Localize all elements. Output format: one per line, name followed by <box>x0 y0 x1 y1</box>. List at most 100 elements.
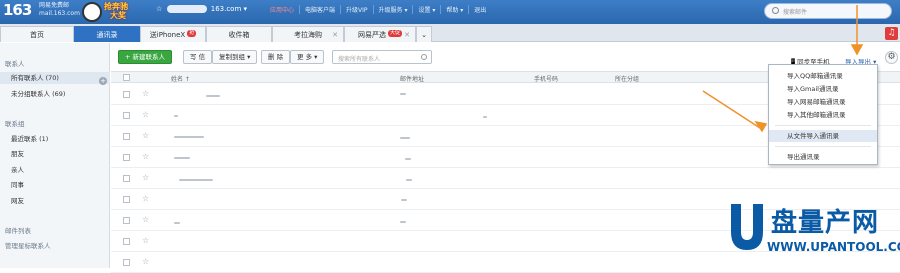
sidebar-item-recent[interactable]: 最近联系 (1) <box>0 133 110 145</box>
link-upgrade-service[interactable]: 升级服务 ▾ <box>372 5 413 14</box>
tab-label: 网易严选 <box>357 31 386 39</box>
tab-more-button[interactable]: ⌄ <box>416 26 432 42</box>
tab-home[interactable]: 首页 <box>0 26 74 42</box>
column-group: 所在分组 <box>615 76 640 83</box>
chevron-down-icon: ⌄ <box>421 31 427 39</box>
contact-search-input[interactable]: 搜索所有联系人 <box>332 50 432 64</box>
football-icon <box>82 2 102 22</box>
sidebar-section-groups: 联系组 <box>5 120 25 128</box>
column-email: 邮件地址 <box>400 76 425 83</box>
row-checkbox[interactable] <box>123 133 130 140</box>
menu-divider <box>775 125 871 126</box>
star-icon[interactable]: ☆ <box>142 215 149 224</box>
menu-item-import-qq[interactable]: 导入QQ邮箱通讯录 <box>769 70 877 82</box>
sidebar-item-colleagues[interactable]: 同事 <box>0 179 110 191</box>
contact-search-placeholder: 搜索所有联系人 <box>338 56 381 63</box>
search-icon <box>772 7 779 14</box>
sidebar: 联系人 所有联系人 (70) 未分组联系人 (69) 联系组 最近联系 (1) … <box>0 43 110 268</box>
row-checkbox[interactable] <box>123 238 130 245</box>
link-app-center[interactable]: 应用中心 <box>265 5 299 14</box>
redacted-name <box>174 157 190 159</box>
close-icon[interactable]: ✕ <box>332 27 338 43</box>
new-contact-button[interactable]: + 新建联系人 <box>118 50 173 64</box>
promo-text: 抢奔驰 大奖 <box>104 2 128 20</box>
user-name-redacted <box>166 5 207 13</box>
column-name[interactable]: 姓名 ↑ <box>171 74 190 83</box>
sidebar-section-contacts: 联系人 <box>5 60 25 68</box>
row-checkbox[interactable] <box>123 154 130 161</box>
star-icon[interactable]: ☆ <box>142 173 149 182</box>
logo-domain-text: mail.163.com <box>39 10 80 17</box>
promo-banner[interactable]: 抢奔驰 大奖 <box>82 0 140 24</box>
star-icon[interactable]: ☆ <box>142 236 149 245</box>
mail-search-input[interactable]: 搜索邮件 <box>764 3 892 19</box>
redacted-email <box>483 116 487 118</box>
vip-icon: ☆ <box>156 5 163 13</box>
tab-label: 首页 <box>30 31 44 39</box>
tab-iphonex[interactable]: 送iPhoneX 抢 <box>140 26 206 42</box>
user-email-domain: 163.com ▾ <box>210 5 248 13</box>
star-icon[interactable]: ☆ <box>142 89 149 98</box>
more-button[interactable]: 更 多 ▾ <box>290 50 325 64</box>
link-help[interactable]: 帮助 ▾ <box>440 5 468 14</box>
music-icon[interactable]: ♫ <box>885 27 898 40</box>
watermark: 盘量产网 WWW.UPANTOOL.COM <box>727 200 900 266</box>
row-checkbox[interactable] <box>123 112 130 119</box>
menu-item-import-netease[interactable]: 导入网易邮箱通讯录 <box>769 96 877 108</box>
sidebar-item-manage-starred[interactable]: 管理星标联系人 <box>5 240 51 250</box>
menu-item-import-gmail[interactable]: 导入Gmail通讯录 <box>769 83 877 95</box>
sidebar-item-all-contacts[interactable]: 所有联系人 (70) <box>0 72 110 84</box>
import-export-menu: 导入QQ邮箱通讯录 导入Gmail通讯录 导入网易邮箱通讯录 导入其他邮箱通讯录… <box>768 64 878 165</box>
tab-badge: 抢 <box>187 30 197 37</box>
row-checkbox[interactable] <box>123 259 130 266</box>
tab-bar: 首页 通讯录 送iPhoneX 抢 收件箱 考拉海购 ✕ 网易严选 大促 ✕ ⌄ <box>0 24 900 42</box>
menu-item-import-other[interactable]: 导入其他邮箱通讯录 <box>769 109 877 121</box>
row-checkbox[interactable] <box>123 196 130 203</box>
top-links: 应用中心 电脑客户端 升级VIP 升级服务 ▾ 设置 ▾ 帮助 ▾ 退出 <box>265 5 491 14</box>
table-row[interactable]: ☆ <box>111 169 900 189</box>
top-bar: 163 网易免费邮 mail.163.com 抢奔驰 大奖 ☆ 163.com … <box>0 0 900 24</box>
tab-yanxuan[interactable]: 网易严选 大促 ✕ <box>344 26 416 42</box>
star-icon[interactable]: ☆ <box>142 257 149 266</box>
menu-item-export[interactable]: 导出通讯录 <box>769 151 877 163</box>
search-icon <box>421 54 427 60</box>
watermark-title: 盘量产网 <box>771 208 880 238</box>
gear-icon[interactable]: ⚙ <box>885 51 898 64</box>
column-phone: 手机号码 <box>534 76 559 83</box>
search-placeholder: 搜索邮件 <box>783 9 808 16</box>
tab-inbox[interactable]: 收件箱 <box>206 26 272 42</box>
close-icon[interactable]: ✕ <box>404 27 410 43</box>
row-checkbox[interactable] <box>123 217 130 224</box>
sidebar-item-netfriends[interactable]: 网友 <box>0 195 110 207</box>
redacted-email <box>405 158 411 160</box>
sidebar-item-ungrouped[interactable]: 未分组联系人 (69) <box>0 88 110 100</box>
link-settings[interactable]: 设置 ▾ <box>412 5 440 14</box>
star-icon[interactable]: ☆ <box>142 131 149 140</box>
user-account[interactable]: ☆ 163.com ▾ <box>156 5 247 13</box>
star-icon[interactable]: ☆ <box>142 110 149 119</box>
u-logo-icon <box>731 204 763 250</box>
star-icon[interactable]: ☆ <box>142 194 149 203</box>
logo[interactable]: 163 <box>3 1 32 19</box>
tab-kaola[interactable]: 考拉海购 ✕ <box>272 26 344 42</box>
sidebar-item-family[interactable]: 亲人 <box>0 164 110 176</box>
watermark-url: WWW.UPANTOOL.COM <box>767 240 900 254</box>
tab-contacts[interactable]: 通讯录 <box>74 26 140 42</box>
redacted-email <box>400 221 406 223</box>
copy-to-group-button[interactable]: 复制到组 ▾ <box>212 50 258 64</box>
redacted-name <box>179 179 213 181</box>
add-group-icon[interactable]: + <box>99 77 107 85</box>
logo-sub-text: 网易免费邮 <box>39 2 70 9</box>
select-all-checkbox[interactable] <box>123 74 130 81</box>
menu-item-import-from-file[interactable]: 从文件导入通讯录 <box>769 130 877 142</box>
delete-button[interactable]: 删 除 <box>261 50 291 64</box>
link-upgrade-vip[interactable]: 升级VIP <box>340 5 373 14</box>
row-checkbox[interactable] <box>123 175 130 182</box>
link-desktop-client[interactable]: 电脑客户端 <box>299 5 340 14</box>
sidebar-item-friends[interactable]: 朋友 <box>0 148 110 160</box>
star-icon[interactable]: ☆ <box>142 152 149 161</box>
row-checkbox[interactable] <box>123 91 130 98</box>
link-logout[interactable]: 退出 <box>468 5 491 14</box>
write-mail-button[interactable]: 写 信 <box>183 50 213 64</box>
logo-subtitle: 网易免费邮 mail.163.com <box>39 2 80 18</box>
